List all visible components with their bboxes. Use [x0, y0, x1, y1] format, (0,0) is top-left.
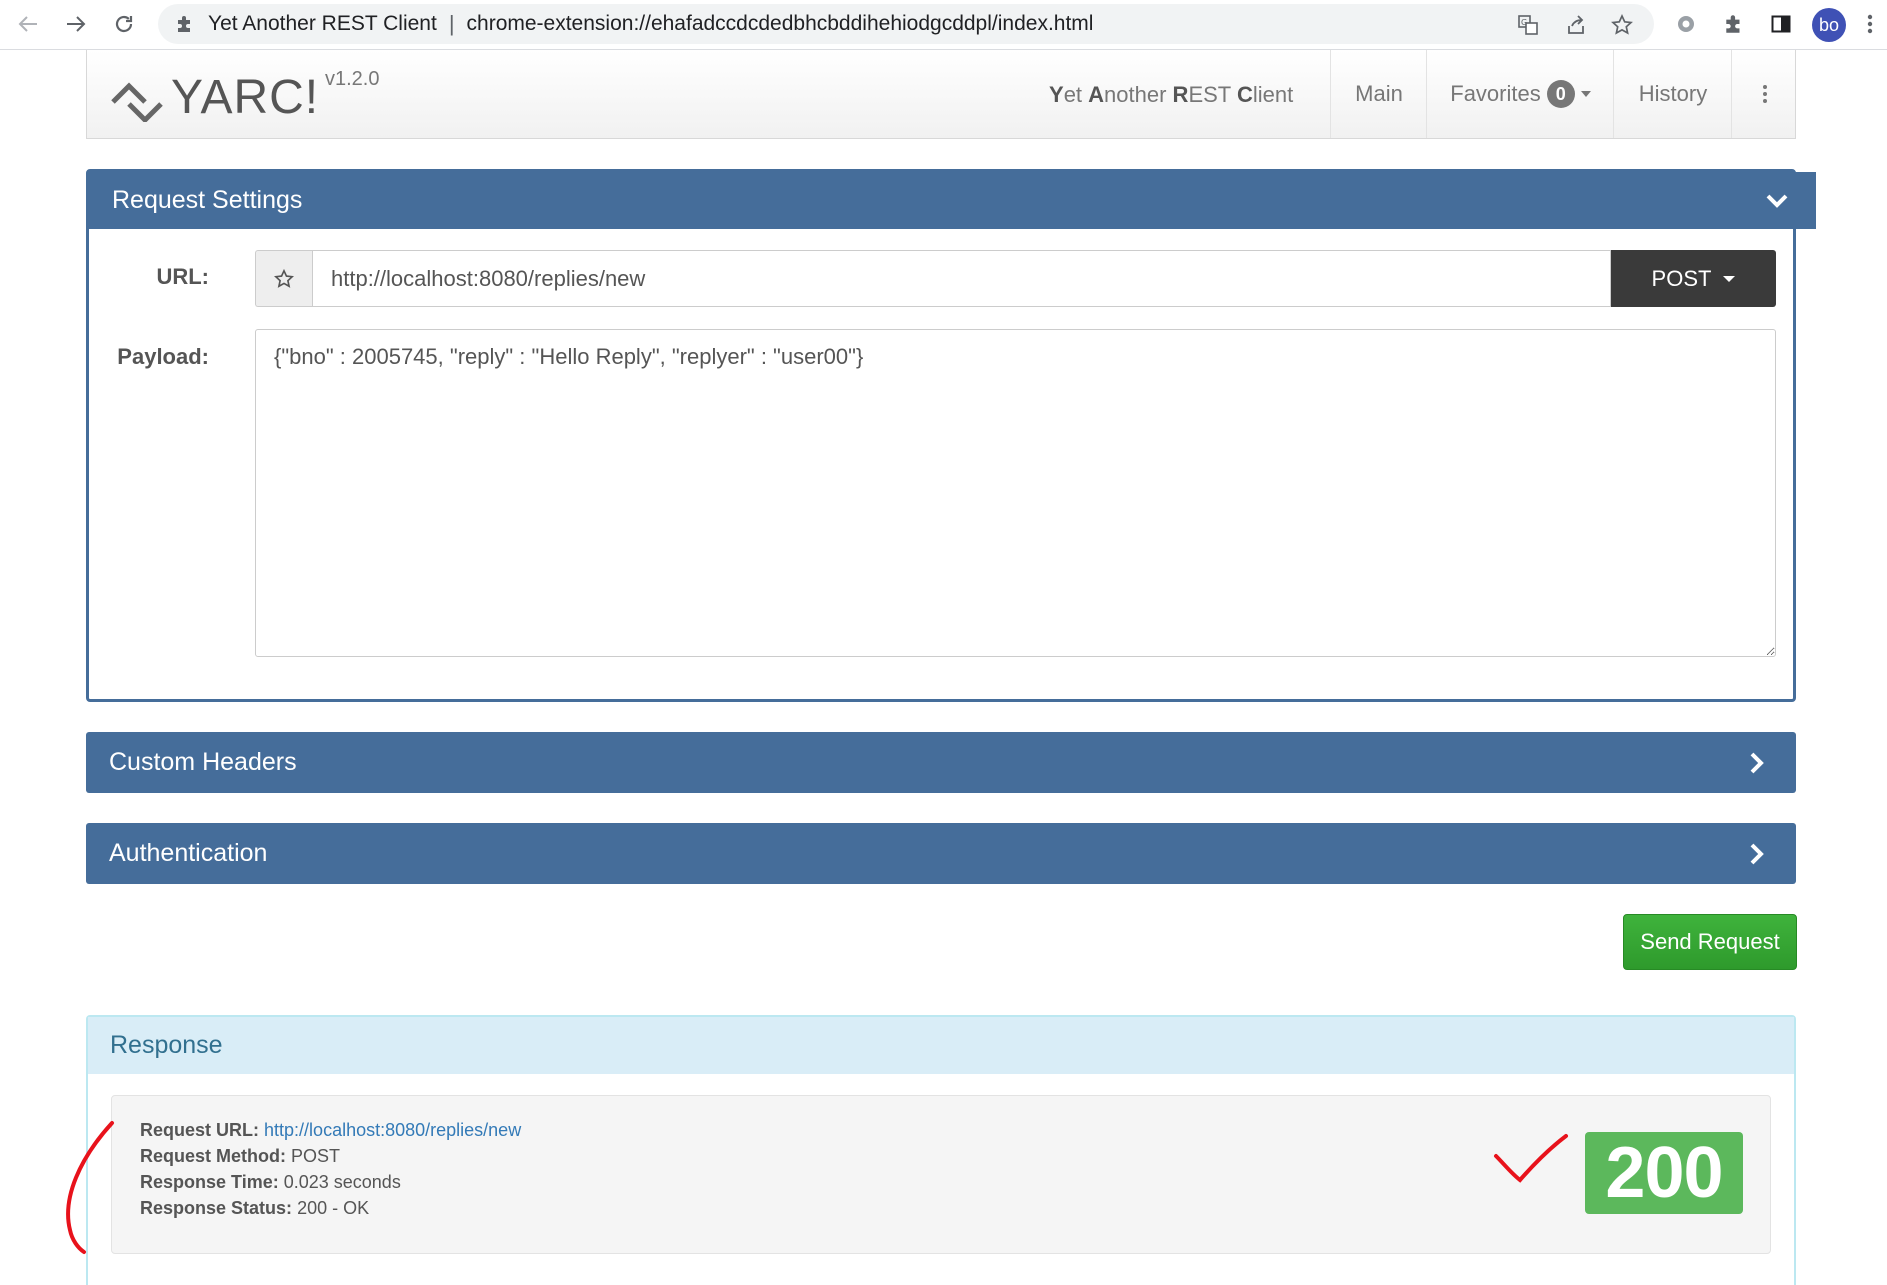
site-name: Yet Another REST Client	[208, 12, 437, 35]
nav-more-menu-icon[interactable]	[1731, 50, 1797, 138]
url-input-group: POST	[255, 250, 1776, 307]
app-version: v1.2.0	[325, 68, 380, 90]
response-header: Response	[88, 1017, 1794, 1074]
request-settings-panel: Request Settings URL: POST Payload: {"bn…	[86, 169, 1816, 702]
request-url-link[interactable]: http://localhost:8080/replies/new	[264, 1120, 521, 1140]
profile-avatar[interactable]: bo	[1812, 8, 1846, 42]
back-icon[interactable]	[12, 8, 44, 40]
chevron-down-icon[interactable]	[1766, 190, 1788, 212]
request-settings-header[interactable]: Request Settings	[89, 172, 1816, 229]
authentication-title: Authentication	[109, 839, 268, 867]
send-request-button[interactable]: Send Request	[1623, 914, 1797, 970]
settings-extension-icon[interactable]	[1673, 11, 1699, 37]
http-method-dropdown[interactable]: POST	[1611, 250, 1776, 307]
side-panel-icon[interactable]	[1768, 11, 1794, 37]
caret-down-icon	[1723, 275, 1736, 282]
address-bar[interactable]: Yet Another REST Client | chrome-extensi…	[158, 4, 1654, 44]
forward-icon[interactable]	[60, 8, 92, 40]
browser-menu-icon[interactable]	[1860, 11, 1880, 37]
logo-text: YARC!	[171, 71, 320, 124]
request-settings-title: Request Settings	[112, 186, 303, 214]
authentication-header[interactable]: Authentication	[86, 823, 1796, 884]
chevron-right-icon[interactable]	[1746, 752, 1768, 774]
caret-down-icon	[1580, 91, 1591, 97]
payload-label: Payload:	[117, 344, 209, 369]
share-icon[interactable]	[1564, 13, 1588, 37]
custom-headers-header[interactable]: Custom Headers	[86, 732, 1796, 793]
url-label: URL:	[156, 264, 209, 289]
svg-text:G: G	[1521, 18, 1527, 27]
extension-icon	[174, 13, 196, 35]
bookmark-star-icon[interactable]	[1610, 13, 1634, 37]
status-code-badge: 200	[1585, 1132, 1743, 1214]
nav-favorites[interactable]: Favorites 0	[1426, 50, 1614, 138]
payload-textarea[interactable]: {"bno" : 2005745, "reply" : "Hello Reply…	[255, 329, 1776, 657]
nav-main[interactable]: Main	[1330, 50, 1427, 138]
chevron-right-icon[interactable]	[1746, 843, 1768, 865]
app-tagline: Yet Another REST Client	[1049, 82, 1294, 107]
url-input[interactable]	[312, 250, 1611, 307]
response-status-row: Response Status: 200 - OK	[140, 1198, 370, 1218]
request-method-row: Request Method: POST	[140, 1146, 341, 1166]
logo-chevrons-icon	[111, 82, 163, 122]
response-title: Response	[110, 1031, 223, 1059]
custom-headers-title: Custom Headers	[109, 748, 297, 776]
red-checkmark-annotation	[1494, 1134, 1568, 1183]
nav-history[interactable]: History	[1613, 50, 1732, 138]
response-time-row: Response Time: 0.023 seconds	[140, 1172, 401, 1192]
favorite-star-icon[interactable]	[255, 250, 312, 307]
address-url[interactable]: chrome-extension://ehafadccdcdedbhcbddih…	[467, 12, 1094, 36]
app-navbar: YARC! v1.2.0 Yet Another REST Client Mai…	[86, 50, 1796, 139]
red-annotation-mark	[66, 1121, 114, 1254]
translate-icon[interactable]: G	[1516, 13, 1540, 37]
app-logo[interactable]: YARC! v1.2.0	[109, 68, 379, 124]
address-separator: |	[448, 11, 455, 36]
extensions-puzzle-icon[interactable]	[1721, 11, 1747, 37]
reload-icon[interactable]	[108, 8, 140, 40]
browser-toolbar: Yet Another REST Client | chrome-extensi…	[0, 0, 1887, 50]
request-url-row: Request URL: http://localhost:8080/repli…	[140, 1120, 522, 1140]
favorites-count-badge: 0	[1546, 80, 1575, 108]
